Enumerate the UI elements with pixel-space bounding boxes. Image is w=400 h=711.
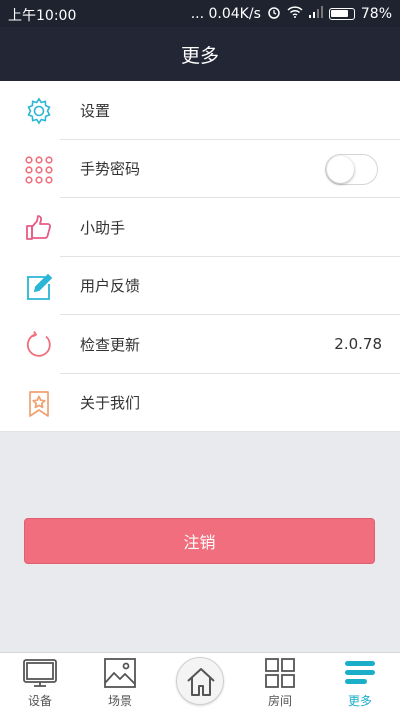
- tab-label-more: 更多: [347, 694, 372, 708]
- status-bar: 上午10:00 ... 0.04K/s 78%: [0, 0, 400, 27]
- battery-level: 78%: [360, 6, 392, 22]
- menu-item-check-update[interactable]: 检查更新 2.0.78: [0, 315, 400, 374]
- menu-icon: [342, 657, 378, 689]
- header: 更多: [0, 27, 400, 81]
- signal-icon: [308, 6, 323, 22]
- tv-icon: [22, 657, 58, 689]
- menu-item-gesture-password[interactable]: 手势密码: [0, 140, 400, 199]
- menu-item-feedback[interactable]: 用户反馈: [0, 257, 400, 316]
- tab-scenes[interactable]: 场景: [80, 653, 160, 711]
- tab-rooms[interactable]: 房间: [240, 653, 320, 711]
- menu-label-about-us: 关于我们: [80, 394, 141, 413]
- settings-menu: 设置 手势密码 小助手 用户反馈 检查更新 2.0.78 关于我们: [0, 81, 400, 432]
- menu-label-gesture-password: 手势密码: [80, 160, 141, 179]
- bottom-tab-bar: 设备 场景 房间 更多: [0, 652, 400, 711]
- tab-label-devices: 设备: [27, 694, 52, 708]
- tab-more[interactable]: 更多: [320, 653, 400, 711]
- menu-item-settings[interactable]: 设置: [0, 81, 400, 140]
- refresh-icon: [24, 330, 54, 360]
- home-button[interactable]: [176, 657, 224, 705]
- picture-icon: [102, 657, 138, 689]
- tab-label-scenes: 场景: [107, 694, 132, 708]
- menu-item-assistant[interactable]: 小助手: [0, 198, 400, 257]
- page-title: 更多: [180, 44, 219, 67]
- battery-icon: [328, 8, 355, 20]
- bookmark-star-icon: [24, 389, 54, 419]
- menu-label-feedback: 用户反馈: [80, 277, 141, 296]
- menu-label-settings: 设置: [80, 101, 111, 120]
- status-time: 上午10:00: [8, 8, 77, 24]
- grid-icon: [262, 657, 298, 689]
- network-speed: ... 0.04K/s: [190, 6, 261, 22]
- alarm-icon: [267, 5, 281, 23]
- edit-icon: [24, 272, 54, 302]
- menu-item-about-us[interactable]: 关于我们: [0, 374, 400, 433]
- gesture-password-toggle[interactable]: [325, 153, 378, 185]
- logout-button[interactable]: 注销: [24, 518, 375, 564]
- menu-label-assistant: 小助手: [80, 218, 126, 237]
- tab-label-rooms: 房间: [267, 694, 292, 708]
- toggle-knob: [327, 155, 354, 183]
- logout-label: 注销: [183, 533, 216, 552]
- status-right: ... 0.04K/s 78%: [191, 5, 392, 23]
- app-version: 2.0.78: [334, 335, 382, 354]
- gear-icon: [24, 96, 54, 126]
- gesture-grid-icon: [24, 155, 54, 185]
- thumbs-up-icon: [24, 213, 54, 243]
- menu-label-check-update: 检查更新: [80, 335, 141, 354]
- tab-devices[interactable]: 设备: [0, 653, 80, 711]
- wifi-icon: [287, 6, 303, 22]
